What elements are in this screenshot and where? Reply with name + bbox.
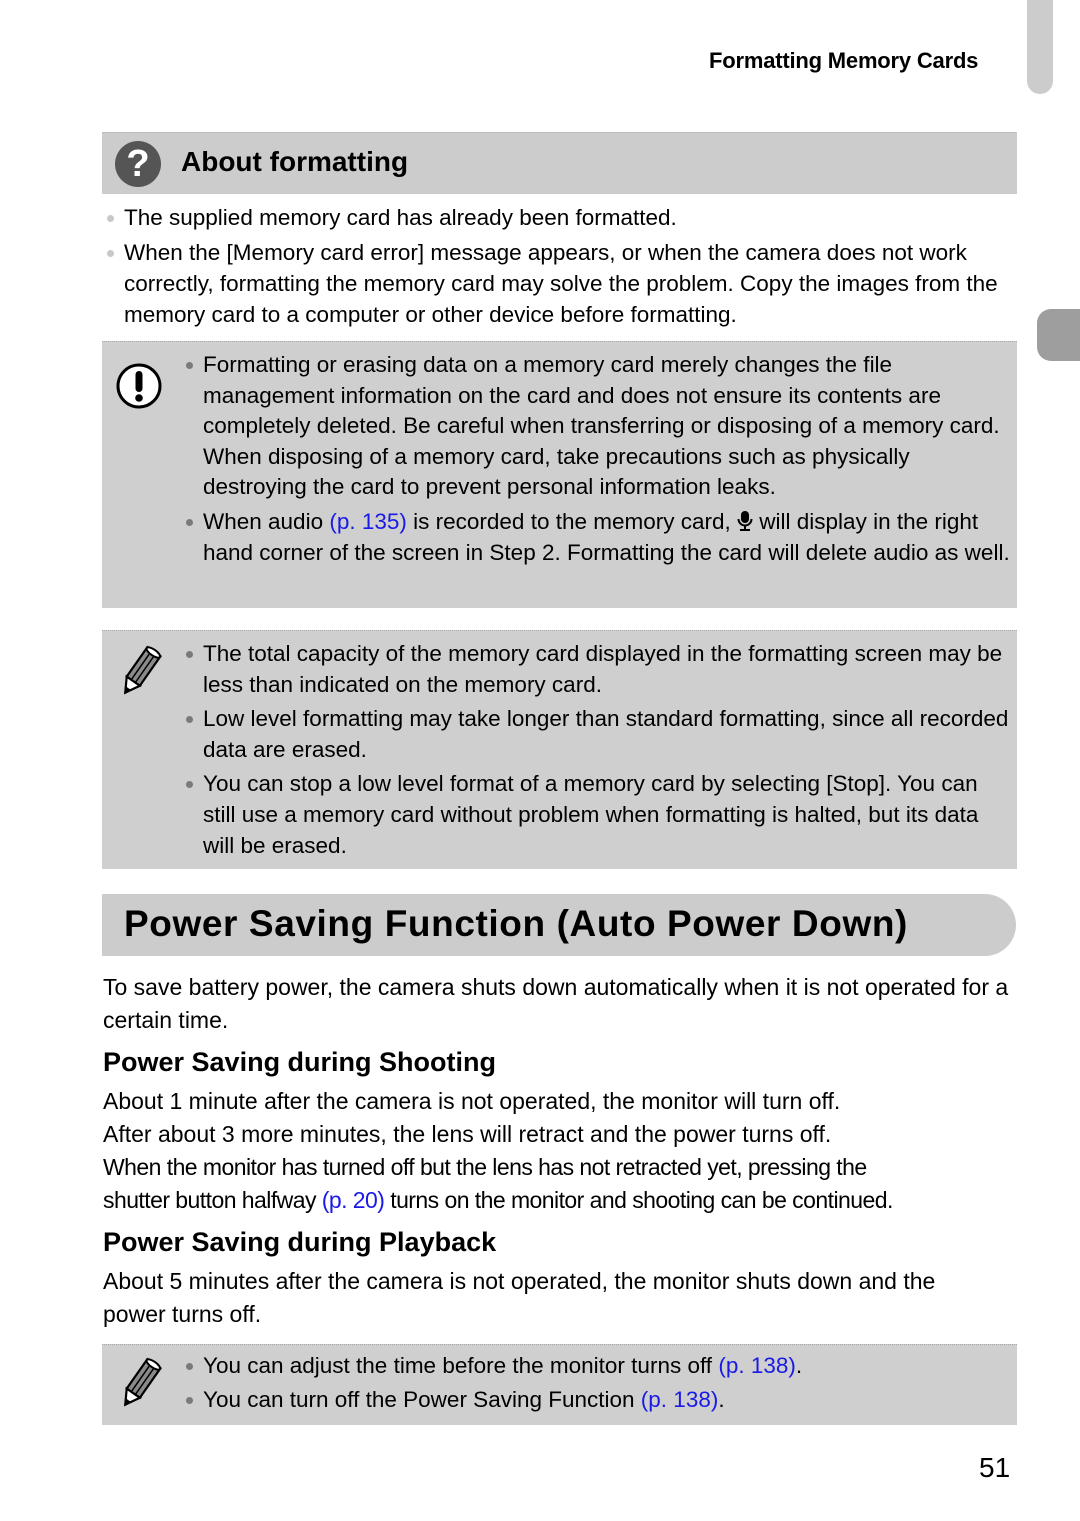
list-item: You can adjust the time before the monit… — [182, 1351, 1012, 1382]
shooting-subhead: Power Saving during Shooting — [103, 1047, 497, 1077]
memo-box: The total capacity of the memory card di… — [102, 630, 1017, 869]
chapter-tab-top — [1027, 0, 1053, 94]
running-head: Formatting Memory Cards — [709, 48, 979, 73]
memo-box: You can adjust the time before the monit… — [102, 1344, 1017, 1425]
about-formatting-title: About formatting — [181, 146, 409, 177]
list-item: Formatting or erasing data on a memory c… — [182, 350, 1012, 503]
playback-paragraph: About 5 minutes after the camera is not … — [103, 1268, 936, 1327]
page-link-138[interactable]: (p. 138) — [641, 1387, 719, 1412]
page-link-138[interactable]: (p. 138) — [718, 1353, 796, 1378]
bullet-icon — [186, 1363, 193, 1370]
bullet-icon — [186, 1396, 193, 1404]
pencil-icon — [123, 1357, 162, 1407]
bullet-icon — [186, 518, 193, 526]
section-header: Power Saving Function (Auto Power Down) — [102, 894, 1016, 956]
bullet-icon — [186, 781, 193, 789]
bullet-icon — [186, 651, 193, 658]
pencil-icon — [123, 645, 162, 695]
caution-icon — [116, 363, 162, 409]
list-item: You can stop a low level format of a mem… — [182, 769, 1012, 861]
section-intro: To save battery power, the camera shuts … — [103, 974, 1009, 1033]
shooting-paragraph: About 1 minute after the camera is not o… — [103, 1088, 893, 1213]
bullet-icon — [186, 716, 193, 724]
chapter-tab-side — [1037, 309, 1080, 361]
list-item: Low level formatting may take longer tha… — [182, 704, 1012, 765]
caution-box: Formatting or erasing data on a memory c… — [102, 341, 1017, 608]
page-link-20[interactable]: (p. 20) — [322, 1187, 385, 1213]
microphone-icon — [737, 510, 753, 531]
list-item: You can turn off the Power Saving Functi… — [182, 1385, 1012, 1416]
list-item: The supplied memory card has already bee… — [103, 202, 1018, 233]
about-formatting-header: ? About formatting — [102, 132, 1017, 194]
bullet-icon — [186, 362, 193, 369]
page-number: 51 — [979, 1452, 1011, 1483]
page-link-135[interactable]: (p. 135) — [329, 509, 407, 534]
list-item: When the [Memory card error] message app… — [103, 237, 1018, 330]
section-title: Power Saving Function (Auto Power Down) — [124, 903, 908, 944]
list-item: When audio (p. 135) is recorded to the m… — [182, 507, 1012, 568]
list-item: The total capacity of the memory card di… — [182, 639, 1012, 700]
playback-subhead: Power Saving during Playback — [103, 1227, 497, 1257]
about-formatting-list: The supplied memory card has already bee… — [103, 202, 1018, 334]
question-icon: ? — [115, 141, 161, 187]
bullet-icon — [107, 250, 114, 257]
bullet-icon — [107, 215, 114, 222]
